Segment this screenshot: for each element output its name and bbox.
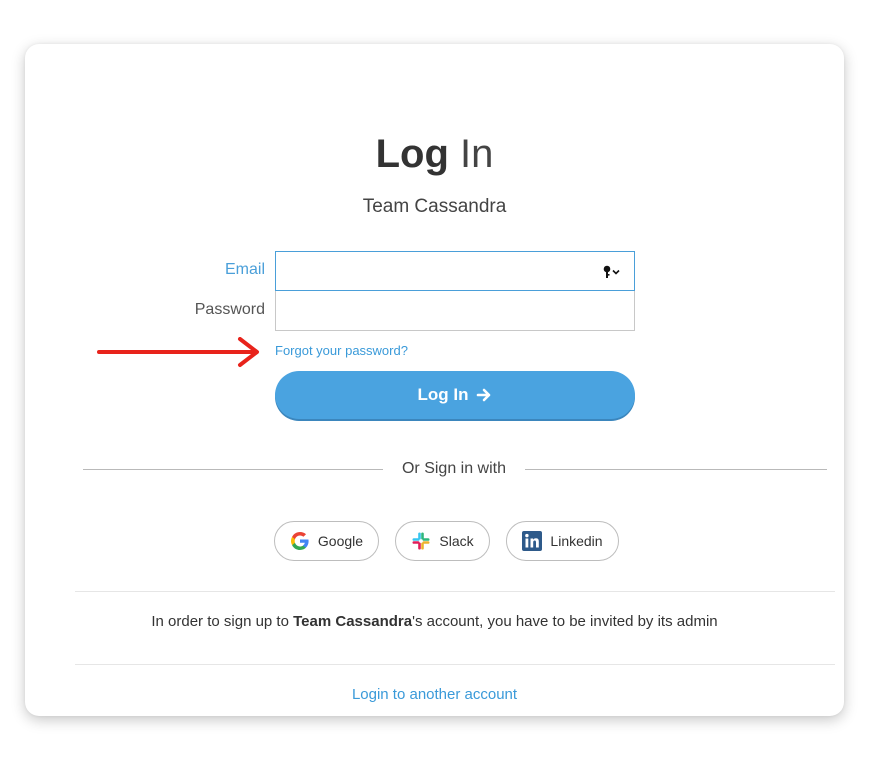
divider	[75, 591, 835, 592]
linkedin-signin-label: Linkedin	[550, 533, 603, 549]
arrow-right-icon	[477, 388, 491, 402]
google-signin-label: Google	[317, 533, 364, 549]
email-field[interactable]	[276, 252, 634, 290]
page-title-light: In	[460, 132, 494, 176]
password-manager-key-icon[interactable]	[602, 264, 622, 280]
forgot-password-link[interactable]: Forgot your password?	[275, 343, 408, 358]
divider-left	[83, 469, 383, 470]
page-title-bold: Log	[375, 132, 449, 176]
invite-notice: In order to sign up to Team Cassandra's …	[25, 613, 844, 630]
divider-text: Or Sign in with	[401, 460, 507, 477]
team-name: Team Cassandra	[362, 196, 507, 217]
login-button-label: Log In	[417, 385, 469, 404]
email-field-wrapper	[275, 251, 635, 291]
linkedin-icon	[522, 531, 543, 551]
google-icon	[290, 532, 309, 550]
red-arrow-annotation-icon	[97, 337, 259, 367]
email-label: Email	[224, 261, 265, 278]
login-button[interactable]: Log In	[275, 371, 635, 419]
password-field[interactable]	[276, 291, 634, 330]
password-field-wrapper	[275, 291, 635, 331]
divider	[75, 664, 835, 665]
invite-prefix: In order to sign up to	[151, 613, 294, 630]
invite-suffix: 's account, you have to be invited by it…	[412, 613, 718, 630]
slack-icon	[412, 532, 430, 550]
password-label: Password	[194, 301, 265, 318]
divider-right	[525, 469, 827, 470]
linkedin-signin-button[interactable]: Linkedin	[506, 521, 619, 561]
invite-team-name: Team Cassandra	[293, 613, 413, 630]
login-another-account-link[interactable]: Login to another account	[25, 686, 844, 703]
slack-signin-button[interactable]: Slack	[395, 521, 490, 561]
google-signin-button[interactable]: Google	[274, 521, 379, 561]
login-card: Log In Team Cassandra Email Password For…	[25, 44, 844, 716]
slack-signin-label: Slack	[439, 533, 474, 549]
page-title: Log In	[25, 130, 844, 178]
